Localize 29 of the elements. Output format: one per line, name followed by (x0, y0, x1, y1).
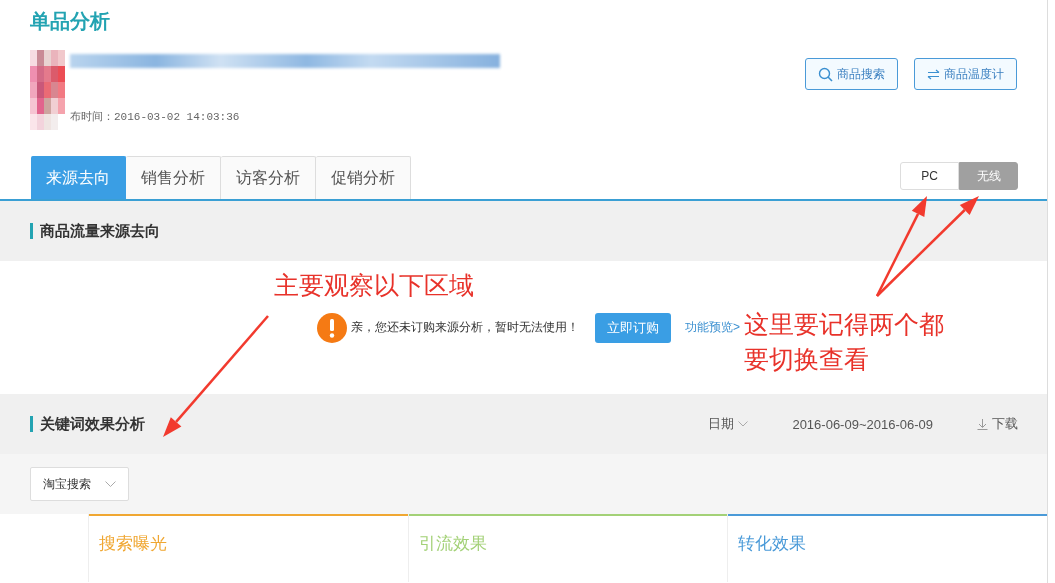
tab[interactable]: 促销分析 (316, 156, 411, 199)
download-link[interactable]: 下载 (977, 415, 1018, 433)
header-button[interactable]: 商品搜索 (805, 58, 898, 90)
annotation-text: 主要观察以下区域 (274, 270, 474, 301)
download-icon (977, 418, 988, 430)
preview-link[interactable]: 功能预览> (685, 319, 740, 336)
card-title: 引流效果 (418, 533, 488, 555)
section-marker (30, 223, 33, 239)
device-toggle-option[interactable]: PC (900, 162, 959, 190)
section-title: 商品流量来源去向 (40, 221, 160, 241)
notice-message: 亲，您还未订购来源分析，暂时无法使用！ (351, 319, 579, 336)
date-dropdown[interactable]: 日期 (708, 415, 749, 433)
search-icon (818, 66, 833, 82)
tab[interactable]: 访客分析 (221, 156, 316, 199)
section-title: 关键词效果分析 (40, 414, 145, 434)
header-button[interactable]: 商品温度计 (914, 58, 1017, 90)
chevron-down-icon (105, 481, 116, 487)
card-title: 搜索曝光 (99, 533, 168, 555)
swap-arrows-icon (927, 68, 940, 80)
channel-dropdown[interactable]: 淘宝搜索 (30, 467, 129, 501)
page-title: 单品分析 (30, 9, 111, 34)
warning-icon (317, 312, 347, 343)
section-marker (30, 416, 33, 432)
date-range: 2016-06-09~2016-06-09 (792, 416, 933, 432)
card-title: 转化效果 (738, 533, 808, 555)
tab[interactable]: 销售分析 (126, 156, 221, 199)
publish-time: 布时间：2016-03-02 14:03:36 (70, 110, 241, 124)
chevron-down-icon (738, 421, 749, 427)
annotation-text: 这里要记得两个都要切换查看 (744, 309, 945, 375)
